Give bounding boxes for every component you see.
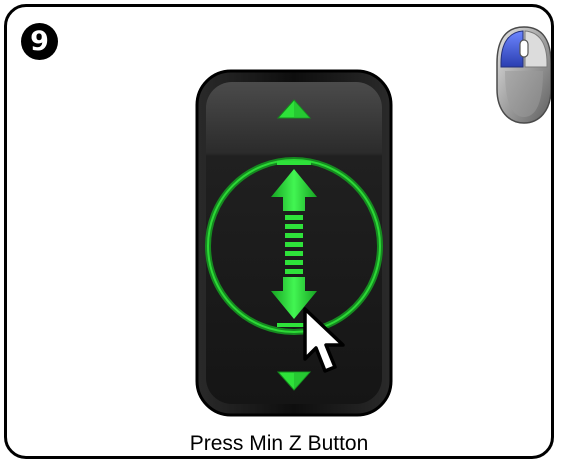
mouse-icon — [496, 26, 551, 124]
step-number-badge: 9 — [21, 23, 58, 60]
up-arrow-button[interactable] — [275, 97, 313, 121]
pointer-cursor-icon — [303, 307, 345, 373]
instruction-caption: Press Min Z Button — [189, 432, 369, 455]
z-axis-double-arrow-icon — [271, 161, 317, 327]
step-card: 9 Press Min Z Button — [4, 4, 554, 459]
